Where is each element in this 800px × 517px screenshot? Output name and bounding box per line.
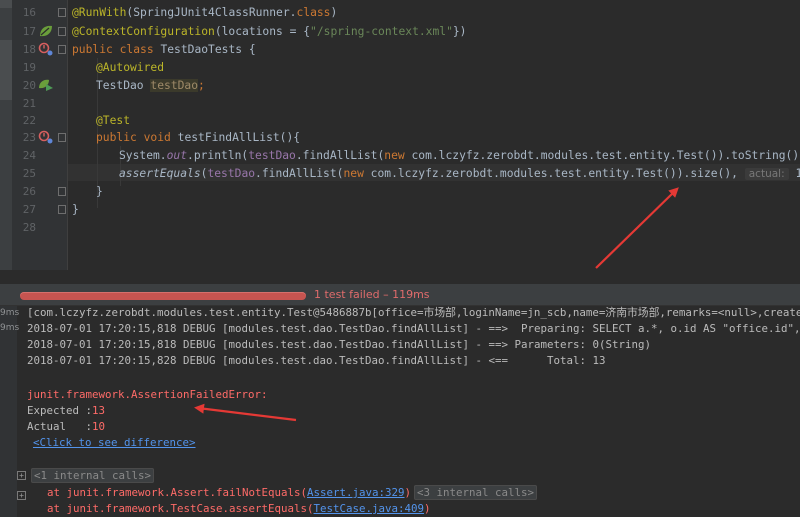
internal-calls-fold[interactable]: <1 internal calls> <box>31 468 155 483</box>
expand-icon[interactable]: + <box>17 471 26 480</box>
run-test-icon[interactable] <box>38 42 54 56</box>
test-results-bar: 1 test failed – 119ms <box>0 284 800 306</box>
test-progress-bar <box>20 292 306 300</box>
code-line-19: @Autowired <box>96 61 165 74</box>
code-line-16: @RunWith(SpringJUnit4ClassRunner.class) <box>72 6 338 19</box>
line-number: 21 <box>22 97 36 110</box>
code-line-24: System.out.println(testDao.findAllList(n… <box>119 149 800 162</box>
run-test-icon[interactable] <box>38 130 54 144</box>
fold-marker[interactable] <box>58 8 66 17</box>
line-number: 28 <box>22 221 36 234</box>
expected-value: 13 <box>92 404 106 417</box>
console-gutter <box>0 306 17 517</box>
line-number: 24 <box>22 149 36 162</box>
actual-value: 10 <box>92 420 106 433</box>
tool-window-strip <box>0 0 12 270</box>
fold-marker[interactable] <box>58 187 66 196</box>
code-line-27: } <box>72 203 79 216</box>
code-line-17: @ContextConfiguration(locations = {"/spr… <box>72 25 467 38</box>
line-number: 18 <box>22 43 36 56</box>
line-number: 20 <box>22 79 36 92</box>
code-line-22: @Test <box>96 114 131 127</box>
line-number: 26 <box>22 185 36 198</box>
click-to-see-difference-link[interactable]: <Click to see difference> <box>33 435 196 450</box>
line-number: 25 <box>22 167 36 180</box>
code-line-20: TestDao testDao; <box>96 79 205 92</box>
console-line: 2018-07-01 17:20:15,818 DEBUG [modules.t… <box>27 338 652 351</box>
fold-marker[interactable] <box>58 205 66 214</box>
line-number: 17 <box>22 25 36 38</box>
run-console[interactable]: 9ms 9ms [com.lczyfz.zerobdt.modules.test… <box>0 306 800 517</box>
panel-splitter[interactable] <box>0 270 800 278</box>
autowired-bean-icon[interactable] <box>38 78 54 92</box>
fold-marker[interactable] <box>58 133 66 142</box>
spring-bean-icon[interactable] <box>38 24 54 38</box>
stack-trace-link[interactable]: Assert.java:329 <box>307 486 405 499</box>
parameter-hint: actual: <box>744 168 789 180</box>
line-number: 19 <box>22 61 36 74</box>
stack-trace-line: at junit.framework.TestCase.assertEquals… <box>47 502 431 515</box>
duration-label: 9ms <box>0 308 20 318</box>
expected-line: Expected :13 <box>27 404 106 417</box>
line-number: 16 <box>22 6 36 19</box>
error-title: junit.framework.AssertionFailedError: <box>27 388 268 401</box>
expand-icon[interactable]: + <box>17 491 26 500</box>
line-number: 23 <box>22 131 36 144</box>
stack-trace-link[interactable]: TestCase.java:409 <box>314 502 425 515</box>
console-line: [com.lczyfz.zerobdt.modules.test.entity.… <box>27 306 800 319</box>
internal-calls-fold[interactable]: <3 internal calls> <box>414 485 538 500</box>
code-line-23: public void testFindAllList(){ <box>96 131 301 144</box>
duration-label: 9ms <box>0 323 20 333</box>
stack-trace-line: at junit.framework.Assert.failNotEquals(… <box>47 485 538 500</box>
code-editor[interactable]: 16 17 18 19 20 21 22 23 24 25 26 27 28 @… <box>0 0 800 270</box>
code-line-25: assertEquals(testDao.findAllList(new com… <box>119 167 800 180</box>
console-line: 2018-07-01 17:20:15,818 DEBUG [modules.t… <box>27 322 800 335</box>
test-status-text: 1 test failed – 119ms <box>314 288 430 301</box>
line-number: 27 <box>22 203 36 216</box>
code-line-26: } <box>96 185 103 198</box>
console-line: 2018-07-01 17:20:15,828 DEBUG [modules.t… <box>27 354 606 367</box>
fold-marker[interactable] <box>58 27 66 36</box>
code-line-18: public class TestDaoTests { <box>72 43 256 56</box>
line-number: 22 <box>22 114 36 127</box>
fold-marker[interactable] <box>58 45 66 54</box>
actual-line: Actual :10 <box>27 420 106 433</box>
